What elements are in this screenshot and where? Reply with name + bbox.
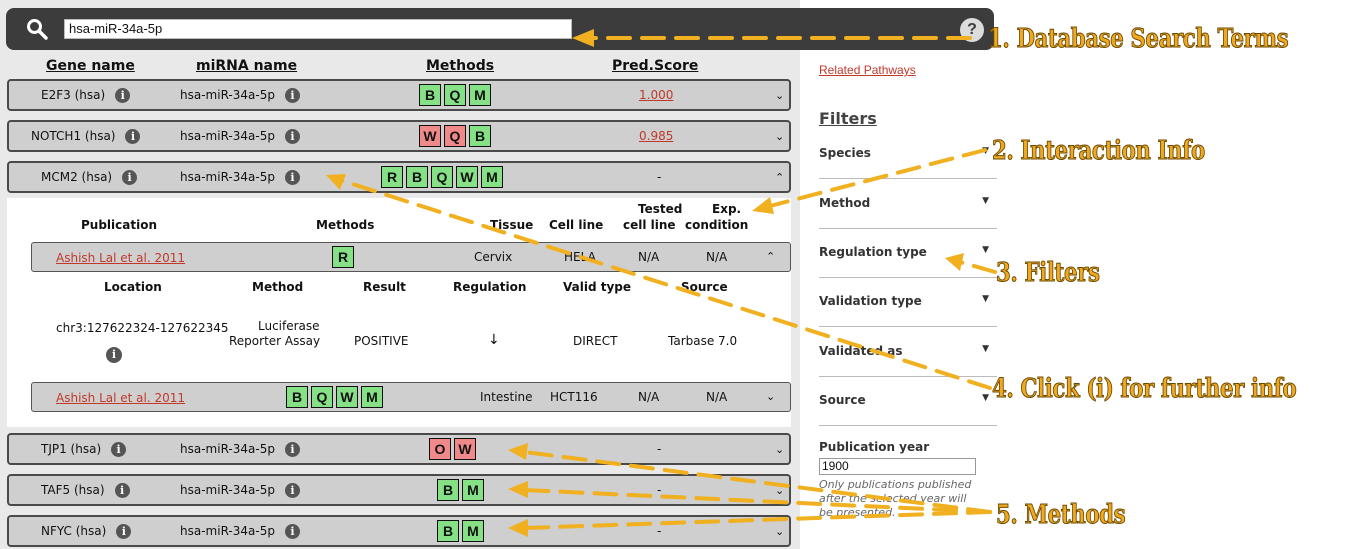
- annotation-search-terms: 1. Database Search Terms: [988, 24, 1289, 55]
- arrowhead: [508, 481, 528, 498]
- arrow-interaction: [768, 148, 987, 208]
- annotation-arrows: [326, 29, 997, 537]
- arrowhead: [508, 519, 528, 537]
- arrowhead: [508, 443, 528, 460]
- arrow-methods-3: [523, 510, 992, 530]
- annotation-click-info: 4. Click (i) for further info: [992, 374, 1298, 405]
- arrowhead: [572, 29, 594, 47]
- arrowhead: [945, 253, 964, 271]
- arrow-methods-1: [523, 450, 992, 514]
- arrowhead: [752, 197, 774, 214]
- arrow-filters: [958, 260, 997, 274]
- annotation-interaction-info: 2. Interaction Info: [992, 136, 1206, 167]
- arrowhead: [326, 174, 346, 190]
- annotation-methods: 5. Methods: [996, 500, 1126, 531]
- arrow-info: [338, 178, 992, 390]
- annotation-filters: 3. Filters: [996, 258, 1101, 289]
